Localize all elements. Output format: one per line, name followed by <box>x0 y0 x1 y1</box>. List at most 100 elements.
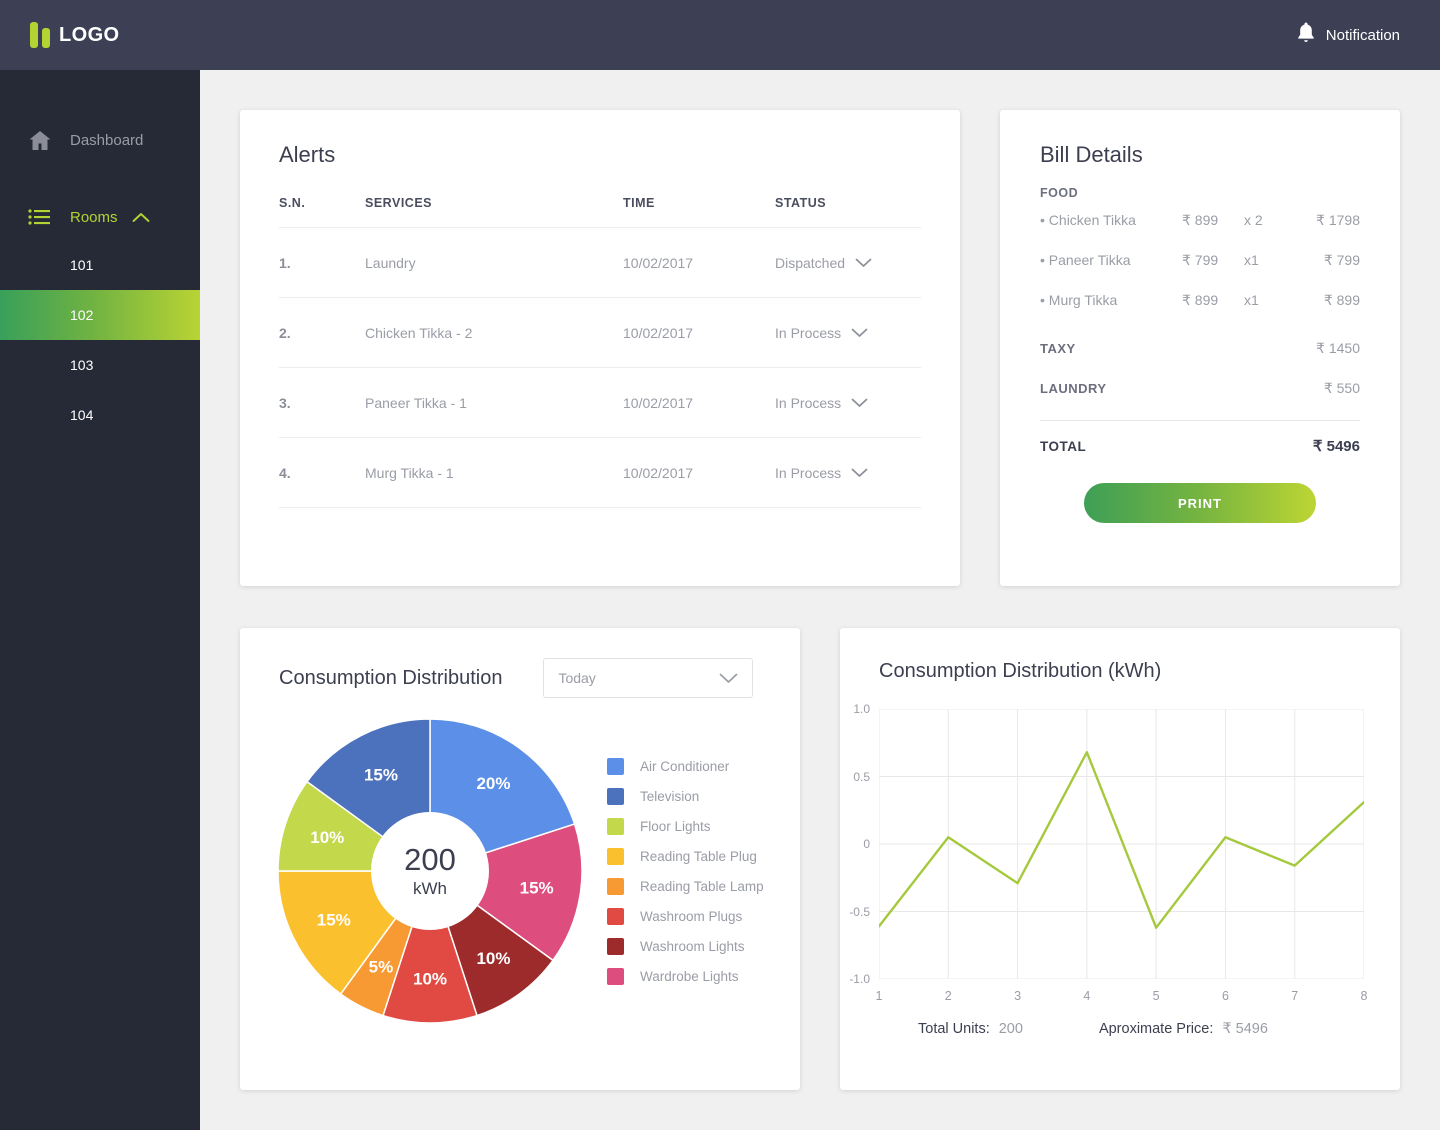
bill-line-taxy: TAXY ₹ 1450 <box>1040 328 1360 368</box>
bill-line-label: TAXY <box>1040 340 1076 356</box>
legend-label: Washroom Lights <box>640 938 745 954</box>
row-time: 10/02/2017 <box>623 367 775 438</box>
x-axis-tick: 7 <box>1291 989 1299 1003</box>
chevron-up-icon[interactable] <box>132 212 150 223</box>
bill-details-card: Bill Details FOOD • Chicken Tikka ₹ 899 … <box>1000 110 1400 586</box>
sidebar-room-101[interactable]: 101 <box>0 240 200 290</box>
chevron-down-icon[interactable] <box>851 395 868 411</box>
col-services: SERVICES <box>365 196 623 228</box>
chevron-down-icon <box>719 673 738 684</box>
bill-item-name: • Murg Tikka <box>1040 292 1118 308</box>
x-axis-tick: 2 <box>944 989 952 1003</box>
svg-text:15%: 15% <box>317 911 351 930</box>
period-select[interactable]: Today <box>543 658 754 698</box>
col-time: TIME <box>623 196 775 228</box>
bill-item-total: ₹ 899 <box>1323 291 1360 308</box>
approx-price-label: Aproximate Price: <box>1098 1021 1214 1037</box>
donut-center-label: 200 kWh <box>371 812 489 930</box>
x-axis-tick: 3 <box>1014 989 1022 1003</box>
donut-title: Consumption Distribution <box>279 666 503 689</box>
table-row: 3. Paneer Tikka - 1 10/02/2017 In Proces… <box>279 367 921 438</box>
row-status-label: Dispatched <box>775 254 846 271</box>
row-sn: 1. <box>279 227 365 298</box>
bill-item-qty: x1 <box>1244 292 1259 308</box>
donut-chart: 20% 15% 10% 10% 5% 15% 10% 15% 200 kWh <box>275 716 585 1026</box>
x-axis-tick: 5 <box>1152 989 1160 1003</box>
row-status: In Process <box>775 297 921 368</box>
consumption-kwh-card: Consumption Distribution (kWh) 1.0 0.5 0 -0… <box>840 628 1400 1090</box>
legend-label: Floor Lights <box>640 818 711 834</box>
legend-label: Reading Table Lamp <box>640 878 764 894</box>
period-select-value: Today <box>558 670 596 686</box>
sidebar-item-dashboard[interactable]: Dashboard <box>0 117 200 163</box>
legend-item[interactable]: Reading Table Lamp <box>607 871 764 901</box>
top-bar: LOGO Notification <box>0 0 1440 70</box>
chevron-down-icon[interactable] <box>851 325 868 341</box>
legend-swatch <box>607 847 624 865</box>
legend-item[interactable]: Air Conditioner <box>607 751 764 781</box>
row-sn: 3. <box>279 367 365 438</box>
bill-total-value: ₹ 5496 <box>1312 438 1360 455</box>
bill-item-price: ₹ 799 <box>1182 251 1219 268</box>
chevron-down-icon[interactable] <box>851 465 868 481</box>
sidebar-room-104-label: 104 <box>70 407 94 423</box>
donut-center-unit: kWh <box>413 878 447 898</box>
svg-text:10%: 10% <box>310 828 344 847</box>
svg-text:10%: 10% <box>413 970 447 989</box>
table-row: 2. Chicken Tikka - 2 10/02/2017 In Proce… <box>279 297 921 368</box>
print-button[interactable]: PRINT <box>1084 483 1316 523</box>
notification-label: Notification <box>1325 26 1400 44</box>
bell-icon <box>1296 22 1326 49</box>
legend-label: Washroom Plugs <box>640 908 743 924</box>
sidebar-room-102[interactable]: 102 <box>0 290 200 340</box>
legend-item[interactable]: Washroom Plugs <box>607 901 764 931</box>
legend-swatch <box>607 817 624 835</box>
sidebar-room-103[interactable]: 103 <box>0 340 200 390</box>
sidebar-room-104[interactable]: 104 <box>0 390 200 440</box>
bill-total-label: TOTAL <box>1040 438 1087 454</box>
bill-food-item: • Paneer Tikka ₹ 799 x1 ₹ 799 <box>1040 240 1360 280</box>
row-status: Dispatched <box>775 227 921 298</box>
row-status: In Process <box>775 367 921 438</box>
donut-legend: Air Conditioner Television Floor Lights Rea… <box>607 751 764 991</box>
consumption-distribution-card: Consumption Distribution Today 20% 15% 10%… <box>240 628 800 1090</box>
legend-item[interactable]: Television <box>607 781 764 811</box>
legend-label: Wardrobe Lights <box>640 968 739 984</box>
svg-text:15%: 15% <box>364 765 398 784</box>
alerts-table: S.N. SERVICES TIME STATUS 1. Laundry 10/… <box>279 196 921 508</box>
row-time: 10/02/2017 <box>623 297 775 368</box>
row-time: 10/02/2017 <box>623 437 775 508</box>
logo[interactable]: LOGO <box>30 22 120 48</box>
svg-text:15%: 15% <box>520 878 554 897</box>
x-axis-tick: 4 <box>1083 989 1091 1003</box>
bill-item-qty: x1 <box>1244 252 1259 268</box>
legend-swatch <box>607 787 624 805</box>
x-axis-tick: 6 <box>1221 989 1229 1003</box>
col-sn: S.N. <box>279 196 365 228</box>
row-status-label: In Process <box>775 324 842 341</box>
bill-item-total: ₹ 799 <box>1323 251 1360 268</box>
main-content: Alerts S.N. SERVICES TIME STATUS 1. Laun… <box>200 70 1440 1130</box>
legend-item[interactable]: Wardrobe Lights <box>607 961 764 991</box>
legend-item[interactable]: Washroom Lights <box>607 931 764 961</box>
legend-item[interactable]: Reading Table Plug <box>607 841 764 871</box>
bill-line-label: LAUNDRY <box>1040 380 1107 396</box>
legend-label: Television <box>640 788 700 804</box>
sidebar-item-rooms[interactable]: Rooms <box>0 194 200 240</box>
notification-button[interactable]: Notification <box>1296 22 1400 49</box>
y-axis-tick: -0.5 <box>849 904 870 919</box>
list-icon <box>28 209 54 225</box>
bill-item-price: ₹ 899 <box>1182 291 1219 308</box>
bill-item-total: ₹ 1798 <box>1316 211 1360 228</box>
legend-swatch <box>607 967 624 985</box>
sidebar-item-rooms-label: Rooms <box>70 208 118 226</box>
row-service: Paneer Tikka - 1 <box>365 367 623 438</box>
sidebar-room-103-label: 103 <box>70 357 94 373</box>
total-units-stat: Total Units: 200 <box>918 1021 1023 1037</box>
col-status: STATUS <box>775 196 921 228</box>
svg-text:20%: 20% <box>476 774 510 793</box>
legend-item[interactable]: Floor Lights <box>607 811 764 841</box>
bill-title: Bill Details <box>1040 142 1143 167</box>
legend-swatch <box>607 907 624 925</box>
chevron-down-icon[interactable] <box>855 255 872 271</box>
